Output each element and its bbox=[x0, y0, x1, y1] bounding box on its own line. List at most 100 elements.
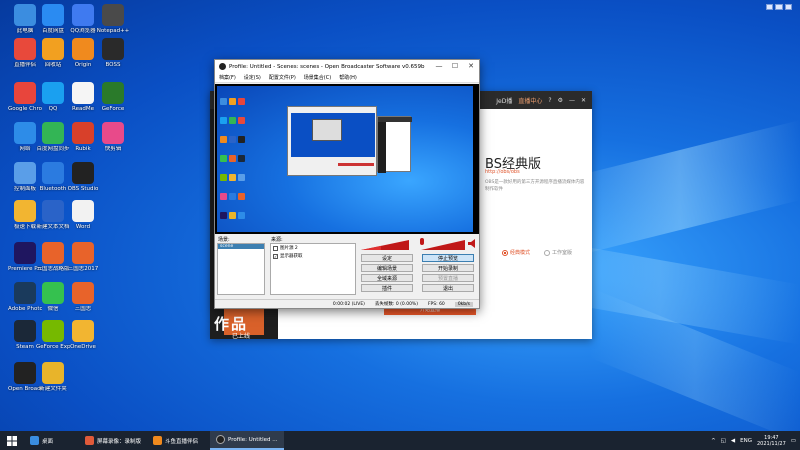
close-icon[interactable]: ✕ bbox=[581, 97, 586, 104]
app-icon bbox=[72, 162, 94, 184]
desktop-icon-label: Rubik bbox=[75, 146, 91, 152]
app-icon bbox=[72, 242, 94, 264]
desktop-icon[interactable]: 新建文件夹 bbox=[36, 362, 70, 393]
volume-icon[interactable]: ◀ bbox=[731, 438, 735, 444]
app-icon bbox=[72, 122, 94, 144]
desktop-icon[interactable]: ReadMe bbox=[66, 82, 100, 113]
taskbar-item-livehime[interactable]: 斗鱼直播伴侣 bbox=[147, 431, 204, 450]
source-item[interactable]: ✓ 显示器获取 bbox=[271, 252, 355, 260]
desktop-icon[interactable]: Notepad++ bbox=[96, 4, 130, 35]
app-icon bbox=[14, 122, 36, 144]
app-icon bbox=[72, 4, 94, 26]
minimize-icon[interactable]: — bbox=[569, 97, 575, 104]
menu-file[interactable]: 档案(F) bbox=[219, 74, 236, 81]
desktop-icon[interactable]: BOSS bbox=[96, 38, 130, 69]
menu-profile[interactable]: 配置文件(P) bbox=[269, 74, 296, 81]
radio-classic[interactable]: 经典模式 bbox=[502, 249, 530, 256]
obs-control-panels: 场景: scene 来源: 图片源 2 ✓ 显示器获取 设定 停止预览 编辑场景… bbox=[215, 236, 479, 300]
close-icon[interactable]: ✕ bbox=[463, 60, 479, 73]
desktop-icon-label: 回收站 bbox=[44, 62, 62, 68]
app-icon bbox=[14, 38, 36, 60]
edit-scene-button[interactable]: 编辑场景 bbox=[361, 264, 413, 272]
scenes-list[interactable]: scene bbox=[217, 243, 265, 295]
notification-icon[interactable]: ▭ bbox=[791, 438, 796, 444]
menu-help[interactable]: 帮助(H) bbox=[339, 74, 357, 81]
desktop-icon-label: 新建文件夹 bbox=[39, 386, 67, 392]
obs-titlebar[interactable]: Profile: Untitled - Scenes: scenes - Ope… bbox=[215, 60, 479, 73]
wallpaper-light-beam bbox=[560, 120, 800, 260]
radio-classic-label: 经典模式 bbox=[510, 250, 531, 256]
desktop-icon[interactable]: OBS Studio bbox=[66, 162, 100, 193]
desktop-icon[interactable]: 回收站 bbox=[36, 38, 70, 69]
preset-stream-button[interactable]: 预置直播 bbox=[422, 274, 474, 282]
clock[interactable]: 19:47 2021/11/27 bbox=[757, 435, 786, 447]
settings-icon[interactable]: ⚙ bbox=[558, 97, 563, 104]
minimize-icon[interactable]: — bbox=[431, 60, 447, 73]
menu-settings[interactable]: 设定(S) bbox=[244, 74, 261, 81]
exit-button[interactable]: 退出 bbox=[422, 284, 474, 292]
global-sources-button[interactable]: 全域来源 bbox=[361, 274, 413, 282]
taskbar-item-desktop[interactable]: 桌面 bbox=[24, 431, 59, 450]
desktop-icon-label: 百度网盘 bbox=[41, 28, 64, 34]
livehime-header-link[interactable]: 直播中心 bbox=[518, 96, 542, 105]
desktop-icon[interactable]: 三国志 bbox=[66, 282, 100, 313]
app-icon bbox=[42, 38, 64, 60]
desktop-icon[interactable]: 快剪辑 bbox=[96, 122, 130, 153]
checkbox-icon[interactable] bbox=[273, 245, 278, 251]
menu-scene-collection[interactable]: 场景集合(C) bbox=[304, 74, 331, 81]
desktop-icon[interactable]: 三国志2017 bbox=[66, 242, 100, 273]
start-button[interactable] bbox=[0, 431, 24, 450]
source-label: 图片源 2 bbox=[280, 246, 298, 251]
stop-preview-button[interactable]: 停止预览 bbox=[422, 254, 474, 262]
taskbar-item-recorder[interactable]: 屏幕录像：录制版 bbox=[79, 431, 147, 450]
desktop-icon[interactable]: QQ浏览器 bbox=[66, 4, 100, 35]
desktop-volume-meter[interactable] bbox=[421, 238, 471, 250]
mic-volume-meter[interactable] bbox=[361, 238, 417, 250]
desktop-icon[interactable]: 百度网盘 bbox=[36, 4, 70, 35]
obs-menu-bar: 档案(F) 设定(S) 配置文件(P) 场景集合(C) 帮助(H) bbox=[215, 73, 479, 83]
desktop-icon[interactable]: QQ bbox=[36, 82, 70, 113]
livehime-link[interactable]: http://obs/obs bbox=[485, 169, 520, 175]
desktop-icon[interactable]: Rubik bbox=[66, 122, 100, 153]
obs-preview[interactable] bbox=[215, 84, 479, 234]
windows-icon bbox=[7, 435, 17, 446]
desktop-icon[interactable]: Word bbox=[66, 200, 100, 231]
app-icon bbox=[102, 122, 124, 144]
app-icon bbox=[42, 82, 64, 104]
plugins-button[interactable]: 插件 bbox=[361, 284, 413, 292]
taskbar-item-obs[interactable]: Profile: Untitled ... bbox=[210, 431, 284, 450]
app-icon bbox=[72, 320, 94, 342]
language-indicator[interactable]: ENG bbox=[740, 438, 752, 444]
help-icon[interactable]: ? bbox=[548, 97, 551, 104]
speaker-icon[interactable] bbox=[468, 239, 477, 248]
chevron-up-icon[interactable]: ^ bbox=[711, 438, 716, 444]
app-icon bbox=[42, 242, 64, 264]
app-icon bbox=[42, 200, 64, 222]
scene-item[interactable]: scene bbox=[218, 244, 264, 249]
desktop-icon[interactable]: GeForce bbox=[96, 82, 130, 113]
checkbox-checked-icon[interactable]: ✓ bbox=[273, 253, 278, 259]
desktop-icon[interactable]: GeForce Experience bbox=[36, 320, 70, 351]
app-icon bbox=[85, 436, 95, 445]
sources-list[interactable]: 图片源 2 ✓ 显示器获取 bbox=[270, 243, 356, 295]
taskbar-item-label: Profile: Untitled ... bbox=[228, 436, 278, 443]
source-item[interactable]: 图片源 2 bbox=[271, 244, 355, 252]
desktop-icon[interactable]: 微信 bbox=[36, 282, 70, 313]
start-recording-button[interactable]: 开始录制 bbox=[422, 264, 474, 272]
app-icon bbox=[42, 362, 64, 384]
desktop-icon[interactable]: 百度网盘同步 bbox=[36, 122, 70, 153]
status-fps: FPS: 60 bbox=[427, 301, 445, 307]
desktop-icon[interactable]: 三国志战略版 bbox=[36, 242, 70, 273]
desktop-icon[interactable]: 新建文本文档 bbox=[36, 200, 70, 231]
livehime-user[interactable]: JeD播 bbox=[496, 96, 512, 105]
obs-window[interactable]: Profile: Untitled - Scenes: scenes - Ope… bbox=[214, 59, 480, 309]
desktop-icon[interactable]: Bluetooth bbox=[36, 162, 70, 193]
network-icon[interactable]: ◱ bbox=[721, 438, 726, 444]
radio-studio[interactable]: 工作室版 bbox=[544, 249, 572, 256]
settings-button[interactable]: 设定 bbox=[361, 254, 413, 262]
obs-title-text: Profile: Untitled - Scenes: scenes - Ope… bbox=[229, 63, 425, 70]
status-bitrate: 0kb/s bbox=[454, 301, 473, 307]
desktop-icon[interactable]: Origin bbox=[66, 38, 100, 69]
maximize-icon[interactable]: ☐ bbox=[447, 60, 463, 73]
desktop-icon[interactable]: OneDrive bbox=[66, 320, 100, 351]
